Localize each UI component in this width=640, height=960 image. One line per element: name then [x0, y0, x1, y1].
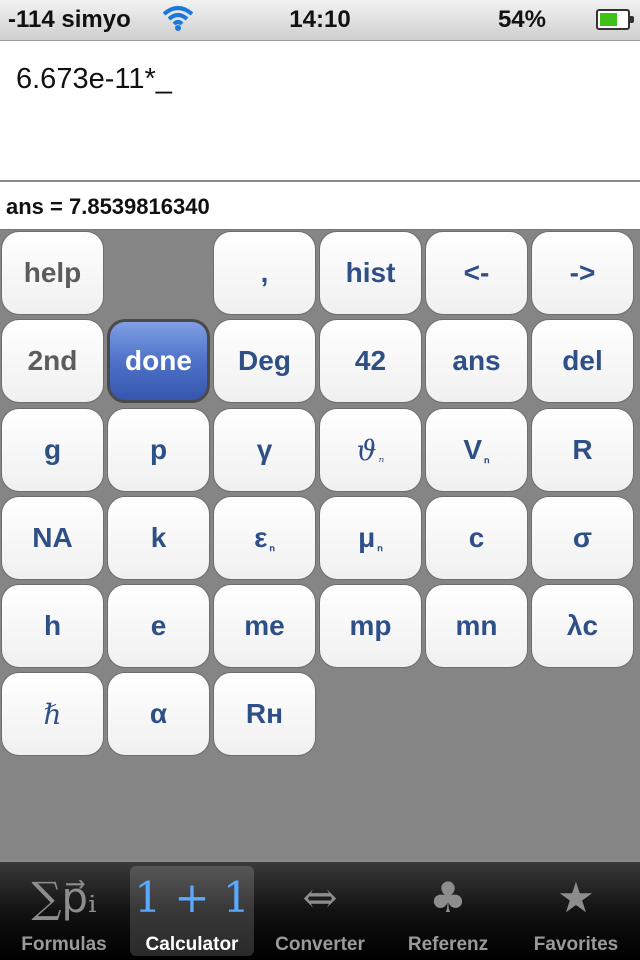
gamma-key[interactable]: γ: [213, 408, 316, 492]
deg-key[interactable]: Deg: [213, 319, 316, 403]
second-key[interactable]: 2nd: [1, 319, 104, 403]
e-key[interactable]: e: [107, 584, 210, 668]
theta-n-sub: ₙ: [378, 450, 385, 466]
g-key[interactable]: g: [1, 408, 104, 492]
ans-key[interactable]: ans: [425, 319, 528, 403]
expression-text: 6.673e-11*_: [16, 63, 172, 95]
battery-icon: [596, 9, 634, 30]
epsilon-n-key[interactable]: εₙ: [213, 496, 316, 580]
cursor-right-key[interactable]: ->: [531, 231, 634, 315]
tab-favorites-label: Favorites: [533, 934, 619, 955]
sigma-key[interactable]: σ: [531, 496, 634, 580]
mu-n-key[interactable]: μₙ: [319, 496, 422, 580]
club-icon: ♣: [429, 872, 467, 922]
me-key[interactable]: me: [213, 584, 316, 668]
tab-referenz[interactable]: ♣ Referenz: [386, 866, 510, 956]
status-bar: -114 simyo 14:10 54%: [0, 0, 640, 41]
tab-favorites[interactable]: ★ Favorites: [514, 866, 638, 956]
answer-display: ans = 7.8539816340: [0, 182, 640, 230]
formula-sum-icon: ∑p⃗ᵢ: [31, 872, 97, 922]
double-arrow-icon: ⇔: [302, 872, 338, 922]
help-key[interactable]: help: [1, 231, 104, 315]
battery-percent: 54%: [497, 6, 546, 33]
hist-key[interactable]: hist: [319, 231, 422, 315]
epsilon-n-sub: ₙ: [269, 537, 275, 554]
tab-referenz-label: Referenz: [407, 934, 489, 955]
star-icon: ★: [557, 872, 595, 922]
na-key[interactable]: NA: [1, 496, 104, 580]
answer-text: ans = 7.8539816340: [6, 194, 210, 219]
rydberg-key[interactable]: Rʜ: [213, 672, 316, 756]
lambda-c-key[interactable]: λc: [531, 584, 634, 668]
theta-n-label: ϑ: [356, 433, 377, 467]
calculator-icon: 1 + 1: [134, 872, 250, 922]
mu-n-sub: ₙ: [377, 537, 383, 554]
del-key[interactable]: del: [531, 319, 634, 403]
h-key[interactable]: h: [1, 584, 104, 668]
vn-sub: ₙ: [484, 449, 490, 466]
tab-calculator[interactable]: 1 + 1 Calculator: [130, 866, 254, 956]
tab-bar: ∑p⃗ᵢ Formulas 1 + 1 Calculator ⇔ Convert…: [0, 862, 640, 960]
mu-n-label: μ: [358, 522, 376, 553]
hbar-key[interactable]: ℏ: [1, 672, 104, 756]
comma-key[interactable]: ,: [213, 231, 316, 315]
c-key[interactable]: c: [425, 496, 528, 580]
done-button[interactable]: done: [107, 319, 210, 403]
cursor-left-key[interactable]: <-: [425, 231, 528, 315]
tab-calculator-label: Calculator: [145, 934, 239, 955]
key-42[interactable]: 42: [319, 319, 422, 403]
tab-formulas-label: Formulas: [21, 934, 107, 955]
theta-n-key[interactable]: ϑₙ: [319, 408, 422, 492]
alpha-key[interactable]: α: [107, 672, 210, 756]
mp-key[interactable]: mp: [319, 584, 422, 668]
k-key[interactable]: k: [107, 496, 210, 580]
tab-converter-label: Converter: [275, 934, 365, 955]
mn-key[interactable]: mn: [425, 584, 528, 668]
r-key[interactable]: R: [531, 408, 634, 492]
p-key[interactable]: p: [107, 408, 210, 492]
vn-label: V: [463, 434, 483, 465]
tab-converter[interactable]: ⇔ Converter: [258, 866, 382, 956]
expression-display[interactable]: 6.673e-11*_: [0, 41, 640, 182]
keypad: help , hist <- -> 2nd done Deg 42 ans de…: [0, 230, 640, 860]
epsilon-n-label: ε: [254, 522, 268, 553]
tab-formulas[interactable]: ∑p⃗ᵢ Formulas: [2, 866, 126, 956]
vn-key[interactable]: Vₙ: [425, 408, 528, 492]
